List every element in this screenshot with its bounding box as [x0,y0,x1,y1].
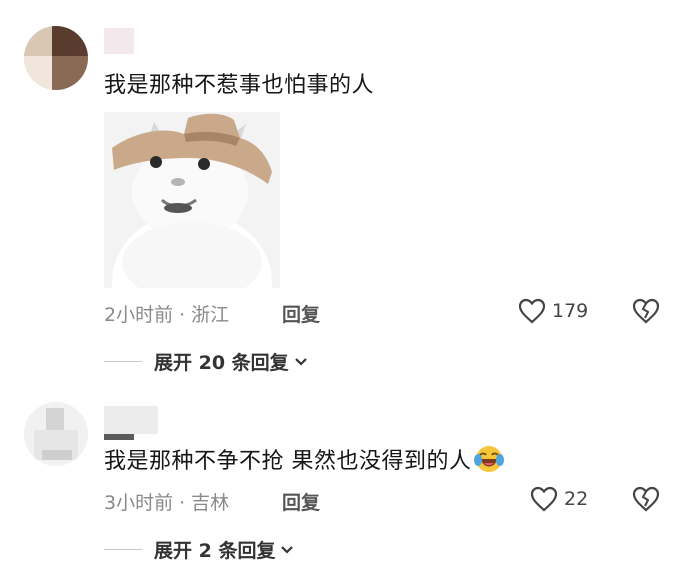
chevron-down-icon [281,545,294,554]
comment-meta: 2小时前 · 浙江 [104,300,229,327]
avatar[interactable] [24,26,88,90]
meta-separator: · [179,304,186,326]
like-button[interactable]: 179 [518,298,588,324]
like-button[interactable]: 22 [530,486,588,512]
laughing-crying-emoji-icon [473,444,504,482]
comment-location: 吉林 [191,492,230,514]
comment-location: 浙江 [191,304,230,326]
meta-separator: · [179,492,186,514]
dislike-button[interactable] [632,298,660,328]
expand-replies[interactable]: 展开 2 条回复 [104,536,295,563]
heart-outline-icon [518,298,546,324]
avatar[interactable] [24,402,88,466]
like-count: 179 [552,300,589,322]
comment-meta: 3小时前 · 吉林 [104,488,229,515]
expand-replies[interactable]: 展开 20 条回复 [104,348,309,375]
username-blurred-underline [104,434,134,440]
chevron-down-icon [294,357,307,366]
comment-text: 我是那种不争不抢 果然也没得到的人 [104,444,504,482]
sticker-image[interactable] [104,112,280,288]
comment-text: 我是那种不惹事也怕事的人 [104,73,375,98]
comment-item: 我是那种不争不抢 果然也没得到的人 3小时前 · 吉林 回复 22 展开 2 条… [0,396,690,581]
username-blurred[interactable] [104,406,158,434]
divider-line [104,549,142,550]
broken-heart-icon [632,486,660,512]
divider-line [104,361,142,362]
like-count: 22 [564,488,589,510]
dislike-button[interactable] [632,486,660,516]
username-blurred[interactable] [104,28,134,54]
comment-text-content: 我是那种不争不抢 果然也没得到的人 [104,449,472,474]
heart-outline-icon [530,486,558,512]
cat-with-hat-image [104,112,280,288]
expand-replies-label: 展开 2 条回复 [154,540,276,562]
expand-replies-label: 展开 20 条回复 [154,352,289,374]
reply-button[interactable]: 回复 [282,300,320,327]
comment-time: 2小时前 [104,304,174,326]
reply-button[interactable]: 回复 [282,488,320,515]
broken-heart-icon [632,298,660,324]
comment-time: 3小时前 [104,492,174,514]
comment-item: 我是那种不惹事也怕事的人 2小时前 · 浙江 回复 179 展开 20 条回复 [0,0,690,380]
